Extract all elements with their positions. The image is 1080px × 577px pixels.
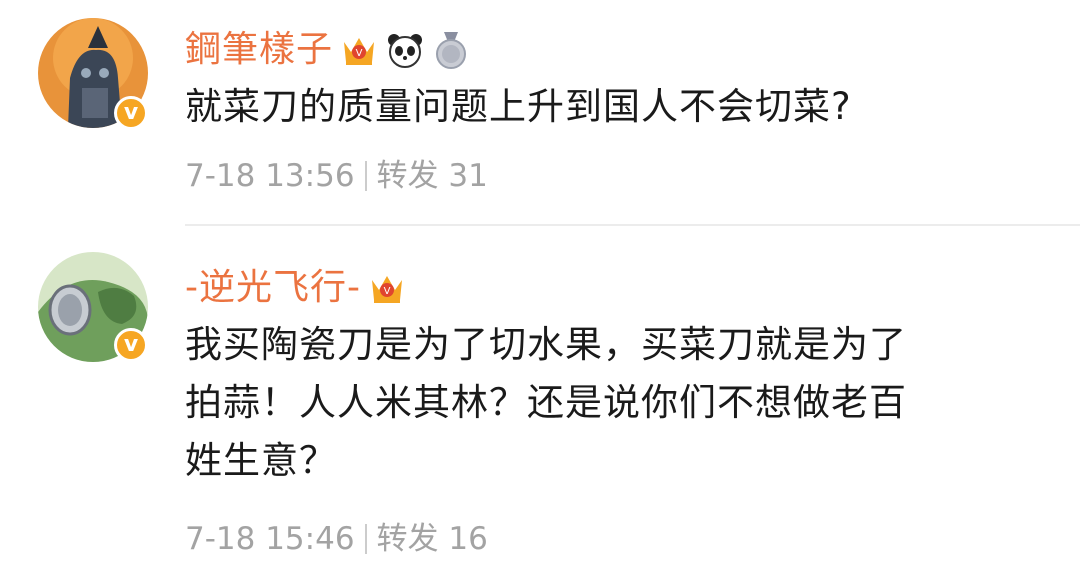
comment-text-line: 我买陶瓷刀是为了切水果，买菜刀就是为了 <box>185 323 907 366</box>
comment-date: 7-18 13:56 <box>185 158 355 194</box>
svg-text:V: V <box>356 48 363 59</box>
verified-icon: v <box>114 328 148 362</box>
crown-badge-icon: V <box>367 268 407 308</box>
meta-separator <box>364 523 367 554</box>
comment-1: v 鋼筆樣子 V 就菜刀的质量问题上升到国人不会切菜? 7-18 13:56 转… <box>0 0 1080 224</box>
comment-meta: 7-18 15:46 转发 16 <box>185 519 488 559</box>
repost-count: 31 <box>448 158 488 194</box>
repost-label: 转发 <box>376 521 439 557</box>
crown-badge-icon: V <box>339 30 379 70</box>
comment-date: 7-18 15:46 <box>185 521 355 557</box>
comment-text: 我买陶瓷刀是为了切水果，买菜刀就是为了 拍蒜！人人米其林？还是说你们不想做老百 … <box>185 316 1045 490</box>
medal-badge-icon <box>431 30 471 70</box>
username[interactable]: -逆光飞行- <box>185 263 361 313</box>
panda-badge-icon <box>385 30 425 70</box>
svg-text:V: V <box>384 286 391 297</box>
repost-button[interactable]: 转发 16 <box>377 521 488 557</box>
repost-label: 转发 <box>376 158 439 194</box>
meta-separator <box>364 160 367 191</box>
comment-text: 就菜刀的质量问题上升到国人不会切菜? <box>185 85 852 128</box>
comment-text-line: 拍蒜！人人米其林？还是说你们不想做老百 <box>185 381 907 424</box>
verified-icon: v <box>114 96 148 130</box>
name-row: -逆光飞行- V <box>185 263 407 313</box>
name-row: 鋼筆樣子 V <box>185 25 471 75</box>
comment-text-line: 姓生意？ <box>185 439 337 482</box>
comment-meta: 7-18 13:56 转发 31 <box>185 156 488 196</box>
repost-button[interactable]: 转发 31 <box>377 158 488 194</box>
username[interactable]: 鋼筆樣子 <box>185 25 333 75</box>
comment-2: v -逆光飞行- V 我买陶瓷刀是为了切水果，买菜刀就是为了 拍蒜！人人米其林？… <box>0 226 1080 577</box>
repost-count: 16 <box>448 521 488 557</box>
